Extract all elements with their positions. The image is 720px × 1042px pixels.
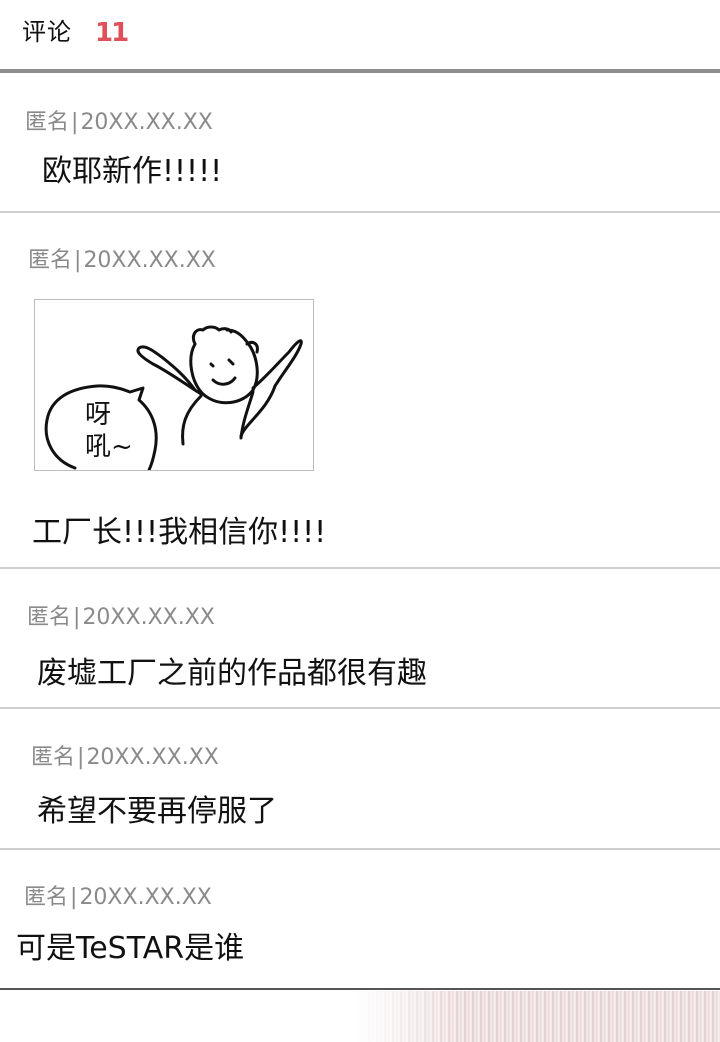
comment-meta: 匿名|20XX.XX.XX: [31, 739, 219, 771]
comment-text: 工厂长!!!我相信你!!!!: [32, 515, 327, 550]
meta-separator: |: [70, 885, 78, 910]
comment-meta: 匿名|20XX.XX.XX: [28, 242, 216, 274]
comment-meta: 匿名|20XX.XX.XX: [25, 104, 213, 136]
comments-title: 评论: [22, 18, 72, 46]
meta-separator: |: [73, 605, 81, 630]
comment-text: 废墟工厂之前的作品都很有趣: [37, 656, 427, 691]
comment-text: 可是TeSTAR是谁: [16, 931, 245, 966]
comment-count-badge: 11: [95, 18, 129, 48]
partial-next-panel-fade: [355, 991, 720, 1042]
comment-author: 匿名: [27, 605, 72, 630]
comment-date: 20XX.XX.XX: [79, 885, 212, 910]
meta-separator: |: [77, 745, 85, 770]
comment-author: 匿名: [25, 110, 70, 135]
comment-text: 欧耶新作!!!!!: [42, 154, 223, 189]
comment-meta: 匿名|20XX.XX.XX: [27, 599, 215, 631]
sticker-bubble-text-1: 呀: [85, 400, 112, 430]
comments-header: 评论 11: [0, 0, 720, 73]
comment-meta: 匿名|20XX.XX.XX: [24, 879, 212, 911]
comment-author: 匿名: [28, 248, 73, 273]
comment-date: 20XX.XX.XX: [86, 745, 219, 770]
header-divider: [0, 69, 720, 73]
meta-separator: |: [71, 110, 79, 135]
sticker-bubble-text-2: 吼~: [85, 432, 133, 462]
comment-page: 评论 11 匿名|20XX.XX.XX 欧耶新作!!!!! 匿名|20XX.XX…: [0, 0, 720, 1042]
comment-divider: [0, 567, 720, 569]
comment-author: 匿名: [31, 745, 76, 770]
comment-divider: [0, 211, 720, 213]
comment-text: 希望不要再停服了: [37, 794, 277, 829]
comment-divider: [0, 848, 720, 850]
comment-date: 20XX.XX.XX: [80, 110, 213, 135]
comment-divider: [0, 707, 720, 709]
comment-sticker-image[interactable]: 呀 吼~: [34, 299, 314, 471]
comment-author: 匿名: [24, 885, 69, 910]
sticker-drawing: [44, 325, 303, 470]
comment-date: 20XX.XX.XX: [82, 605, 215, 630]
meta-separator: |: [74, 248, 82, 273]
comment-date: 20XX.XX.XX: [83, 248, 216, 273]
list-end-divider: [0, 988, 720, 990]
